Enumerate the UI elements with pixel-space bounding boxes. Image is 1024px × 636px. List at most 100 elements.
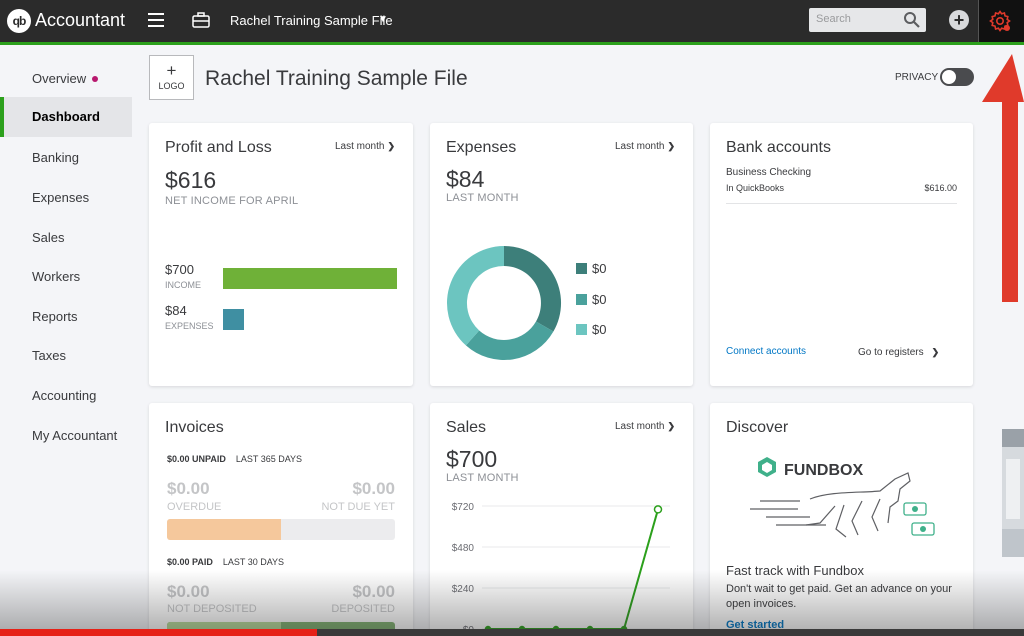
add-logo-button[interactable]: + LOGO — [149, 55, 194, 100]
page-title: Rachel Training Sample File — [205, 67, 468, 90]
nav-item-reports[interactable]: Reports — [0, 297, 132, 337]
caret-down-icon[interactable]: ▼ — [378, 14, 388, 25]
card-title: Sales — [446, 419, 487, 436]
divider — [726, 203, 957, 204]
income-value: $700 — [165, 262, 194, 277]
donut-segment[interactable] — [465, 321, 554, 361]
unpaid-period: LAST 365 DAYS — [235, 454, 303, 464]
nav-item-label: Overview — [32, 71, 87, 86]
briefcase-icon[interactable] — [191, 10, 211, 30]
period-dropdown-label: Last month — [614, 421, 665, 432]
period-dropdown[interactable]: Last month ❯ — [615, 421, 675, 432]
y-tick-label: $480 — [452, 543, 475, 554]
paid-amount: $0.00 PAID — [167, 557, 213, 567]
sales-period-label: LAST MONTH — [446, 472, 519, 484]
gear-icon[interactable] — [988, 9, 1012, 33]
cash-icon — [903, 502, 935, 536]
expenses-label: EXPENSES — [165, 321, 214, 331]
nav-item-dashboard[interactable]: Dashboard — [0, 97, 132, 137]
video-progress-fill[interactable] — [0, 629, 318, 636]
period-dropdown[interactable]: Last month ❯ — [335, 141, 395, 152]
privacy-toggle[interactable] — [940, 68, 974, 86]
expenses-donut-chart[interactable] — [446, 245, 562, 361]
nav-item-expenses[interactable]: Expenses — [0, 178, 132, 218]
nav-item-workers[interactable]: Workers — [0, 257, 132, 297]
search-placeholder: Search — [816, 13, 851, 25]
topbar-accent-line — [0, 42, 1024, 45]
go-to-registers-dropdown[interactable]: Go to registers ❯ — [858, 347, 939, 358]
sales-line-chart[interactable]: $720$480$240$0 — [430, 495, 693, 635]
chevron-down-icon: ❯ — [931, 347, 940, 357]
legend-swatch — [576, 294, 587, 305]
invoices-card[interactable]: Invoices $0.00 UNPAID LAST 365 DAYS $0.00… — [149, 403, 413, 636]
nav-item-taxes[interactable]: Taxes — [0, 336, 132, 376]
paid-summary: $0.00 PAID LAST 30 DAYS — [167, 557, 284, 567]
bank-account-balance: $616.00 — [924, 183, 957, 193]
legend-swatch — [576, 263, 587, 274]
y-tick-label: $240 — [452, 584, 475, 595]
legend-value: $0 — [592, 292, 607, 307]
donut-segment[interactable] — [504, 245, 562, 332]
settings-button[interactable] — [978, 0, 1024, 42]
hamburger-menu-icon[interactable] — [148, 13, 164, 27]
nav-item-label: Workers — [32, 269, 81, 284]
create-plus-button[interactable]: + — [949, 10, 969, 30]
nav-item-accounting[interactable]: Accounting — [0, 376, 132, 416]
nav-item-label: Expenses — [32, 190, 90, 205]
discover-headline: Fast track with Fundbox — [726, 563, 864, 578]
card-title: Profit and Loss — [165, 139, 272, 156]
notification-dot-icon — [92, 76, 98, 82]
not-deposited-amount: $0.00 — [167, 582, 210, 601]
nav-item-label: Taxes — [32, 348, 66, 363]
discover-card[interactable]: Discover FUNDBOX Fast track with Fundbox… — [710, 403, 973, 636]
net-income-amount: $616 — [165, 167, 217, 193]
not-due-amount: $0.00 — [352, 479, 395, 498]
donut-segment[interactable] — [446, 246, 504, 346]
top-bar: qb Accountant Rachel Training Sample Fil… — [0, 0, 1024, 42]
sales-series-line[interactable] — [488, 509, 659, 630]
unpaid-progress-bar[interactable] — [167, 519, 395, 540]
profit-loss-card[interactable]: Profit and Loss Last month ❯ $616 NET INC… — [149, 123, 413, 386]
bank-account-name[interactable]: Business Checking — [726, 167, 811, 178]
connect-accounts-link[interactable]: Connect accounts — [726, 346, 806, 357]
period-dropdown[interactable]: Last month ❯ — [615, 141, 675, 152]
legend-value: $0 — [592, 261, 607, 276]
expenses-card[interactable]: Expenses Last month ❯ $84 LAST MONTH $0 $… — [430, 123, 693, 386]
discover-body: Don't wait to get paid. Get an advance o… — [726, 583, 952, 610]
chevron-down-icon: ❯ — [387, 141, 395, 151]
nav-item-label: Accounting — [32, 388, 97, 403]
nav-item-sales[interactable]: Sales — [0, 218, 132, 258]
fundbox-illustration: FUNDBOX — [750, 457, 935, 538]
expenses-bar[interactable] — [223, 309, 244, 330]
sales-card[interactable]: Sales Last month ❯ $700 LAST MONTH $720 $4… — [430, 403, 693, 636]
quickbooks-logo-icon[interactable]: qb — [7, 9, 31, 33]
company-switcher[interactable]: Rachel Training Sample File — [230, 13, 393, 28]
fundbox-brand-text: FUNDBOX — [784, 462, 863, 479]
brand-name[interactable]: Accountant — [35, 10, 125, 31]
unpaid-amount: $0.00 UNPAID — [167, 454, 226, 464]
chevron-down-icon: ❯ — [667, 421, 675, 431]
search-input[interactable]: Search — [809, 8, 926, 32]
income-bar[interactable] — [223, 268, 397, 289]
card-title: Discover — [726, 419, 789, 436]
sales-data-point[interactable] — [653, 505, 663, 514]
period-dropdown-label: Last month — [614, 141, 665, 152]
nav-item-overview[interactable]: Overview — [0, 59, 132, 99]
card-title: Invoices — [165, 419, 224, 436]
overdue-label: OVERDUE — [167, 501, 222, 513]
horse-icon — [750, 472, 911, 538]
nav-item-label: Reports — [32, 309, 78, 324]
income-label: INCOME — [165, 280, 201, 290]
sales-amount: $700 — [446, 446, 498, 472]
card-title: Expenses — [446, 139, 517, 156]
nav-item-label: Sales — [32, 230, 65, 245]
search-icon[interactable] — [903, 11, 921, 29]
nav-item-label: My Accountant — [32, 428, 118, 443]
bank-accounts-card[interactable]: Bank accounts Business Checking In Quick… — [710, 123, 973, 386]
video-progress-track[interactable] — [0, 629, 1024, 636]
net-income-label: NET INCOME FOR APRIL — [165, 195, 299, 207]
nav-item-banking[interactable]: Banking — [0, 138, 132, 178]
nav-item-my-accountant[interactable]: My Accountant — [0, 416, 132, 456]
legend-value: $0 — [592, 322, 607, 337]
plus-icon: + — [166, 61, 177, 80]
